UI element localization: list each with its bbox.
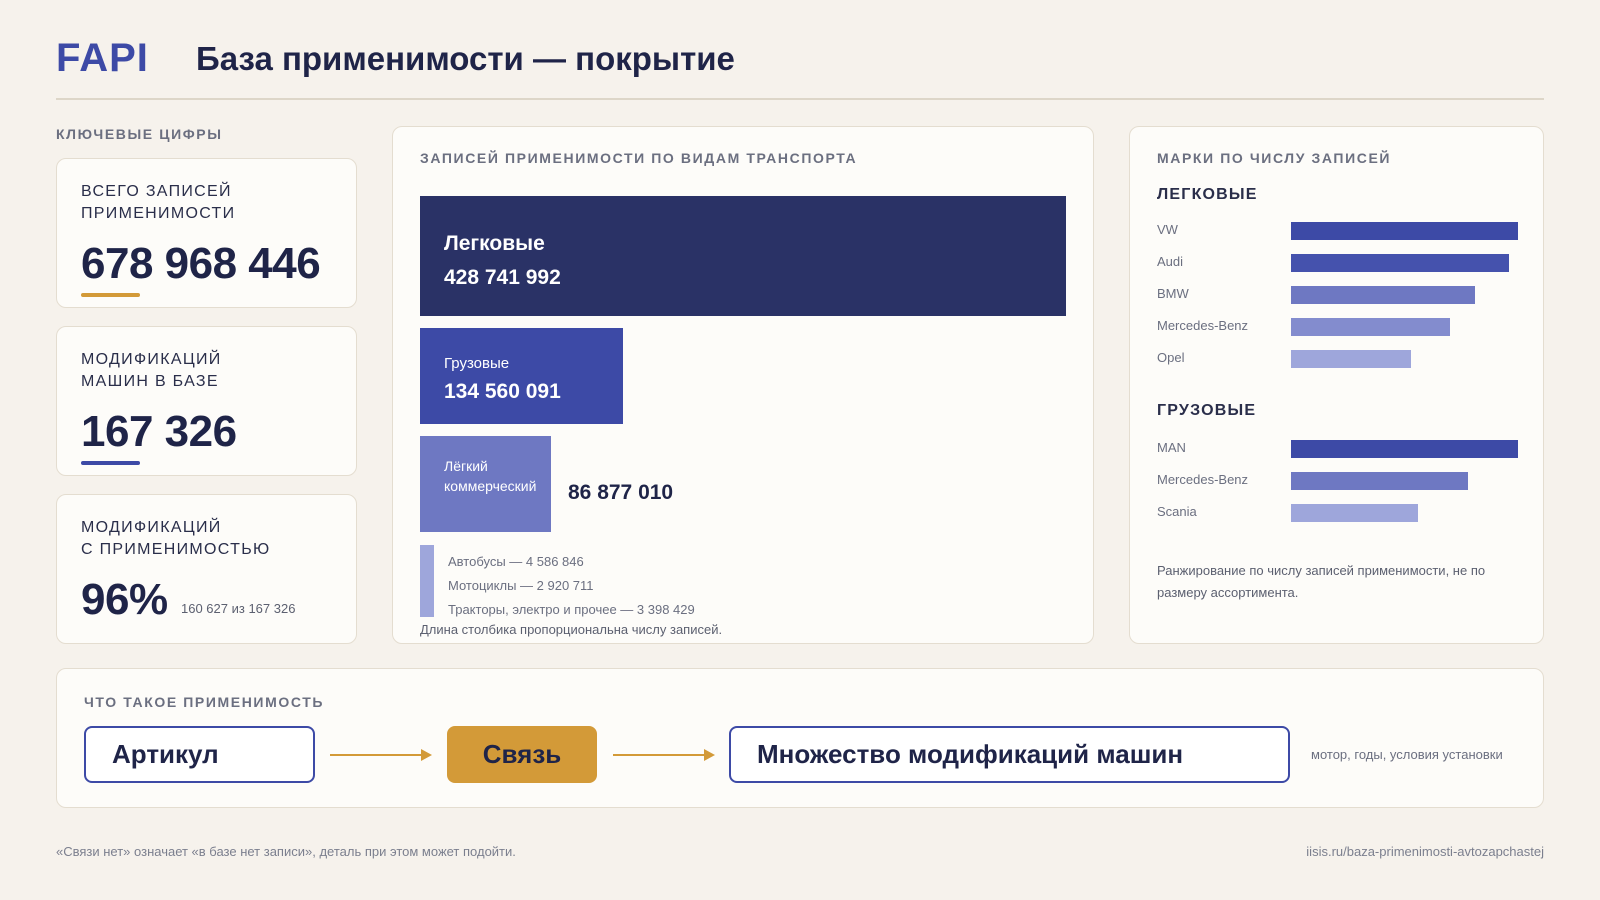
brand-bar: [1291, 472, 1468, 490]
kpi-underline: [81, 293, 140, 297]
minor-categories-list: Автобусы — 4 586 846 Мотоциклы — 2 920 7…: [448, 550, 695, 622]
brand-label: Mercedes-Benz: [1157, 318, 1249, 333]
header: FAPI База применимости — покрытие: [56, 36, 1544, 100]
brand-group-title: Грузовые: [1157, 402, 1257, 419]
fapi-logo[interactable]: FAPI: [56, 36, 149, 81]
brand-bar: [1291, 286, 1475, 304]
flow-step-article: Артикул: [84, 726, 315, 783]
kpi-title: Модификаций машин в базе: [81, 351, 222, 390]
kpi-value: 96%: [81, 575, 168, 624]
bar-truck: [420, 328, 623, 424]
brand-label: Mercedes-Benz: [1157, 472, 1249, 487]
brand-bar: [1291, 254, 1509, 272]
transport-footnote: Длина столбика пропорциональна числу зап…: [420, 622, 723, 637]
kpi-section-label: Ключевые цифры: [56, 126, 223, 142]
brand-label: BMW: [1157, 286, 1189, 301]
arrow-right-icon: [330, 749, 432, 761]
flow-step-link: Связь: [447, 726, 597, 783]
bar-label-lcv: Лёгкий коммерческий: [444, 458, 537, 494]
brands-section-label: Марки по числу записей: [1157, 150, 1392, 166]
brands-note: Ранжирование по числу записей применимос…: [1157, 563, 1486, 600]
brand-bar: [1291, 440, 1518, 458]
kpi-sub: 160 627 из 167 326: [181, 601, 296, 616]
brand-bar: [1291, 350, 1411, 368]
footer-source-link[interactable]: iisis.ru/baza-primenimosti-avtozapchaste…: [1306, 844, 1544, 859]
brand-bar: [1291, 504, 1418, 522]
kpi-card-total-records: Всего записей применимости 678 968 446: [56, 158, 357, 308]
kpi-value: 167 326: [81, 407, 237, 456]
kpi-underline: [81, 461, 140, 465]
brand-group-title: Легковые: [1157, 186, 1258, 203]
bar-minor-categories: [420, 545, 434, 617]
footer-disclaimer: «Связи нет» означает «в базе нет записи»…: [56, 844, 516, 859]
brand-label: Scania: [1157, 504, 1197, 519]
bar-label-truck: Грузовые: [444, 355, 510, 372]
bar-value-lcv: 86 877 010: [568, 481, 674, 504]
minor-item: Мотоциклы — 2 920 711: [448, 578, 594, 593]
bar-value-passenger: 428 741 992: [444, 266, 561, 289]
flow-step-modifications: Множество модификаций машин: [729, 726, 1290, 783]
brand-label: MAN: [1157, 440, 1186, 455]
minor-item: Тракторы, электро и прочее — 3 398 429: [448, 602, 695, 617]
bar-label-passenger: Легковые: [444, 232, 545, 255]
brand-bar: [1291, 222, 1518, 240]
bar-value-truck: 134 560 091: [444, 380, 561, 403]
kpi-card-modifications: Модификаций машин в базе 167 326: [56, 326, 357, 476]
brand-label: Audi: [1157, 254, 1184, 269]
kpi-title: Всего записей применимости: [81, 183, 236, 222]
brand-label: VW: [1157, 222, 1178, 237]
brand-label: Opel: [1157, 350, 1185, 365]
bar-passenger: [420, 196, 1066, 316]
concept-section-label: Что такое применимость: [84, 694, 325, 710]
arrow-right-icon: [613, 749, 715, 761]
kpi-card-coverage: Модификаций с применимостью 96% 160 627 …: [56, 494, 357, 644]
kpi-title: Модификаций с применимостью: [81, 519, 271, 558]
kpi-value: 678 968 446: [81, 239, 321, 288]
page-title: База применимости — покрытие: [196, 40, 735, 77]
flow-note: мотор, годы, условия установки: [1311, 747, 1503, 762]
transport-section-label: Записей применимости по видам транспорта: [420, 150, 858, 166]
minor-item: Автобусы — 4 586 846: [448, 554, 584, 569]
brand-bar: [1291, 318, 1450, 336]
